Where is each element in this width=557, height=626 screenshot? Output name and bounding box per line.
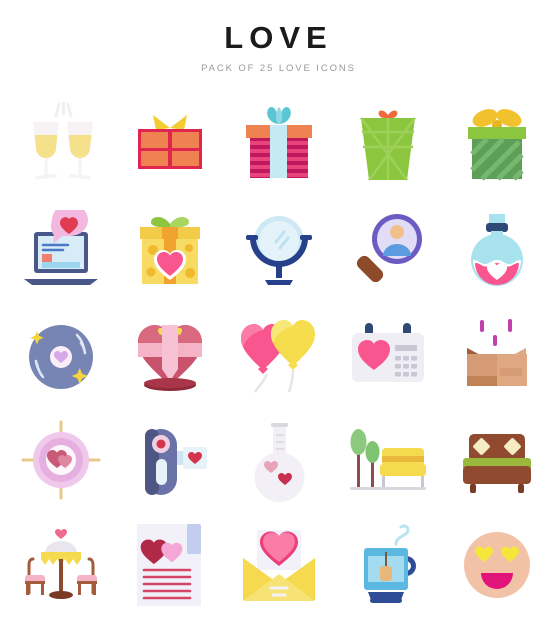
- romantic-dinner-icon: [24, 528, 97, 599]
- champagne-toast-icon: [32, 101, 93, 179]
- love-potion-icon: [470, 213, 523, 286]
- icon-cell-12[interactable]: [115, 302, 224, 407]
- icon-cell-1[interactable]: [6, 92, 115, 197]
- icon-cell-4[interactable]: [333, 92, 442, 197]
- gift-box-striped-icon: [245, 106, 312, 178]
- mirror-icon: [245, 215, 312, 285]
- icon-cell-15[interactable]: [442, 302, 551, 407]
- gift-bag-green-icon: [359, 109, 416, 181]
- heart-eyes-emoji-icon: [463, 531, 530, 598]
- love-letter-page-icon: [136, 523, 201, 606]
- open-box-icon: [466, 318, 527, 386]
- icon-cell-10[interactable]: [442, 197, 551, 302]
- icon-cell-5[interactable]: [442, 92, 551, 197]
- love-flask-icon: [254, 422, 304, 502]
- icon-cell-9[interactable]: [333, 197, 442, 302]
- icon-cell-3[interactable]: [224, 92, 333, 197]
- icon-pack-page: LOVE PACK OF 25 LOVE ICONS: [0, 0, 557, 626]
- heart-balloons-icon: [240, 319, 315, 393]
- page-subtitle: PACK OF 25 LOVE ICONS: [201, 63, 356, 74]
- icon-cell-19[interactable]: [333, 407, 442, 512]
- icon-cell-7[interactable]: [115, 197, 224, 302]
- love-envelope-icon: [242, 529, 315, 601]
- icon-cell-14[interactable]: [333, 302, 442, 407]
- park-bench-icon: [349, 428, 426, 490]
- love-target-icon: [21, 420, 100, 499]
- video-camera-love-icon: [144, 428, 207, 495]
- icon-cell-2[interactable]: [115, 92, 224, 197]
- calendar-heart-icon: [351, 322, 424, 382]
- tea-cup-icon: [363, 524, 416, 603]
- icon-cell-25[interactable]: [442, 512, 551, 617]
- double-bed-icon: [462, 433, 531, 493]
- icon-cell-22[interactable]: [115, 512, 224, 617]
- laptop-love-chat-icon: [23, 209, 98, 285]
- gift-box-heart-icon: [139, 216, 200, 284]
- icon-cell-23[interactable]: [224, 512, 333, 617]
- icon-cell-17[interactable]: [115, 407, 224, 512]
- icon-grid: [0, 92, 557, 617]
- icon-cell-24[interactable]: [333, 512, 442, 617]
- icon-cell-6[interactable]: [6, 197, 115, 302]
- search-partner-icon: [356, 213, 422, 282]
- icon-cell-8[interactable]: [224, 197, 333, 302]
- icon-cell-16[interactable]: [6, 407, 115, 512]
- vinyl-record-icon: [28, 324, 93, 389]
- page-title: LOVE: [224, 20, 333, 55]
- page-header: LOVE PACK OF 25 LOVE ICONS: [0, 0, 557, 74]
- gift-box-green-icon: [467, 108, 526, 181]
- heart-plant-pot-icon: [137, 324, 202, 391]
- icon-cell-20[interactable]: [442, 407, 551, 512]
- icon-cell-18[interactable]: [224, 407, 333, 512]
- icon-cell-11[interactable]: [6, 302, 115, 407]
- icon-cell-21[interactable]: [6, 512, 115, 617]
- gift-box-red-icon: [137, 114, 202, 169]
- icon-cell-13[interactable]: [224, 302, 333, 407]
